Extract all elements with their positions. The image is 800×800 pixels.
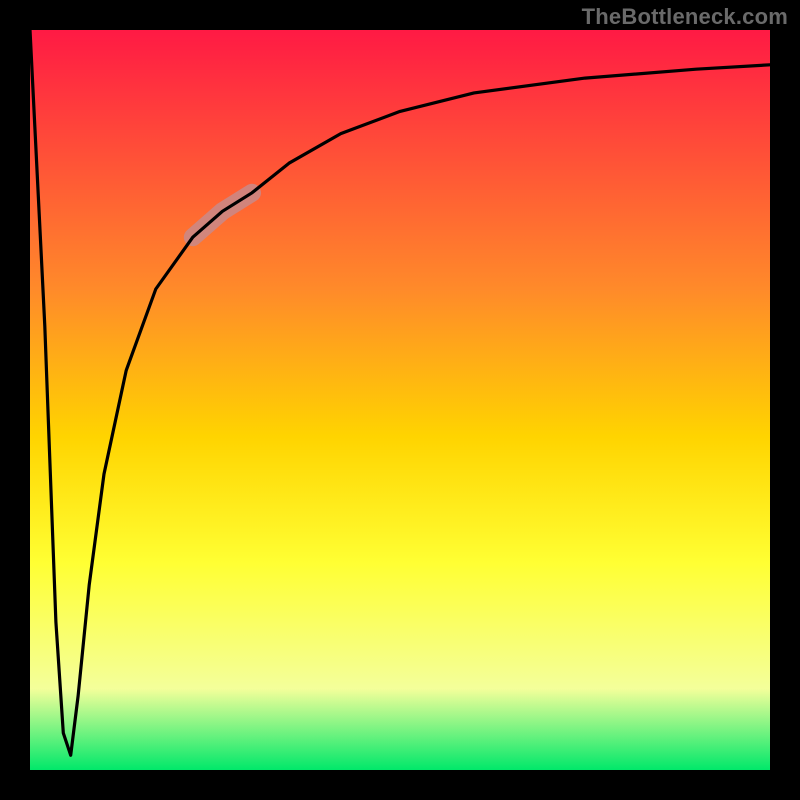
watermark-text: TheBottleneck.com: [582, 4, 788, 30]
chart-frame: TheBottleneck.com: [0, 0, 800, 800]
chart-svg: [0, 0, 800, 800]
plot-area: [30, 30, 770, 770]
